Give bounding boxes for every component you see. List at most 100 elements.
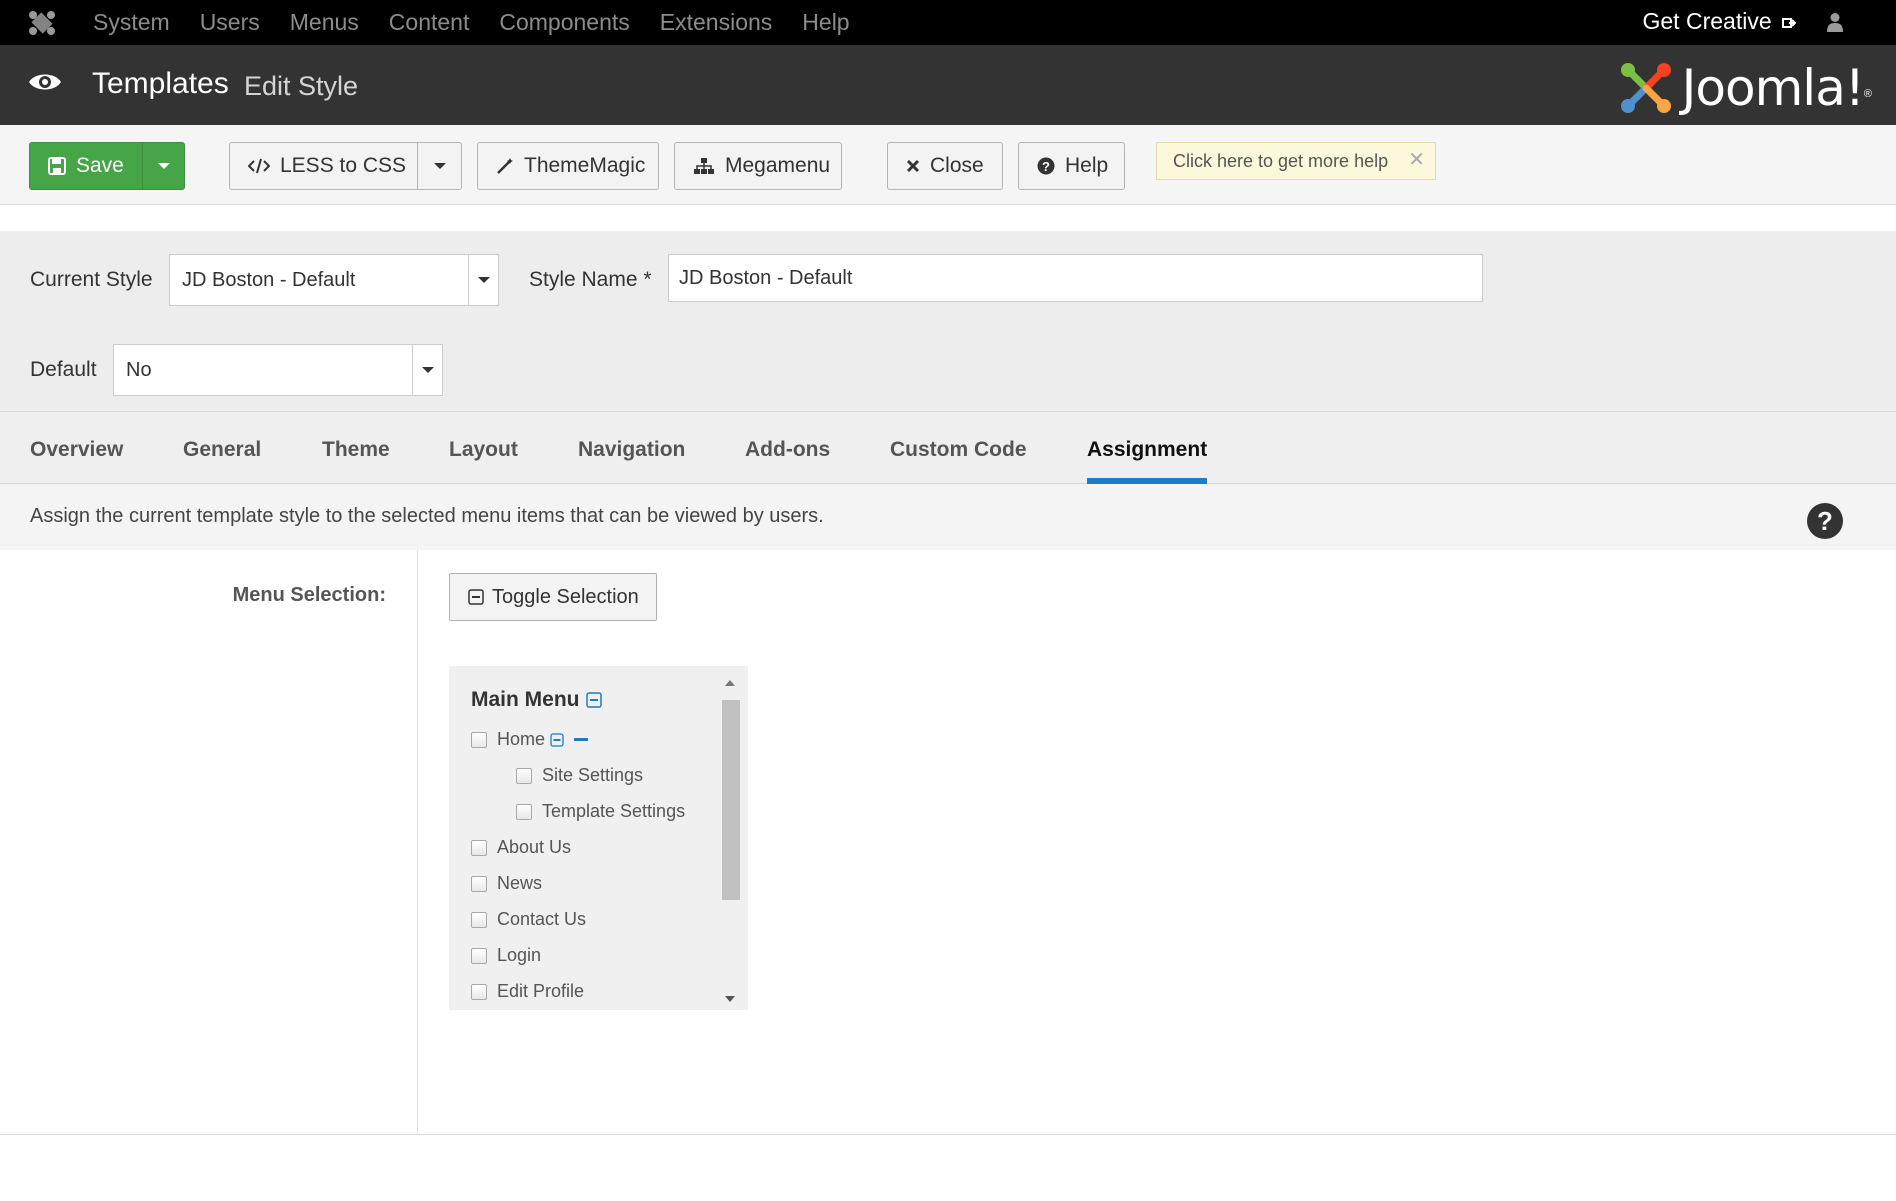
style-name-value: JD Boston - Default	[679, 266, 853, 289]
deselect-children-icon[interactable]	[574, 738, 589, 741]
menu-item-checkbox[interactable]	[471, 731, 487, 748]
save-button[interactable]: Save	[29, 142, 185, 190]
default-select[interactable]: No	[113, 344, 443, 396]
list-item: Home	[471, 729, 589, 750]
style-name-label: Style Name *	[529, 268, 652, 291]
less-to-css-button[interactable]: LESS to CSS	[229, 142, 462, 190]
menu-item-checkbox[interactable]	[471, 839, 487, 856]
tab-custom-code[interactable]: Custom Code	[890, 438, 1027, 462]
menu-extensions[interactable]: Extensions	[660, 9, 773, 36]
tab-general[interactable]: General	[183, 438, 261, 462]
menu-item-label: Contact Us	[497, 909, 587, 929]
less-dropdown-toggle[interactable]	[417, 143, 461, 189]
menu-item-checkbox[interactable]	[471, 983, 487, 1000]
assignment-description: Assign the current template style to the…	[30, 505, 824, 527]
menu-item-label: Login	[497, 945, 542, 965]
collapse-icon[interactable]	[585, 692, 602, 708]
user-icon[interactable]	[1826, 12, 1844, 32]
help-button[interactable]: ? Help	[1018, 142, 1125, 190]
menu-item-label: Edit Profile	[497, 981, 585, 1001]
svg-text:?: ?	[1817, 506, 1833, 536]
divider	[417, 550, 418, 1135]
joomla-brand-logo-icon	[1620, 63, 1671, 113]
tab-bar: Overview General Theme Layout Navigation…	[0, 411, 1896, 484]
svg-text:?: ?	[1042, 159, 1050, 174]
menu-components[interactable]: Components	[499, 9, 629, 36]
page-subtitle: Edit Style	[244, 71, 359, 101]
menu-users[interactable]: Users	[200, 9, 260, 36]
menu-item-checkbox[interactable]	[471, 875, 487, 892]
collapse-icon[interactable]	[550, 732, 564, 747]
tab-overview[interactable]: Overview	[30, 438, 123, 462]
list-item: About Us	[471, 837, 571, 858]
menu-item-checkbox[interactable]	[471, 947, 487, 964]
question-circle-icon: ?	[1037, 157, 1055, 175]
list-item: Login	[471, 945, 541, 966]
tab-layout[interactable]: Layout	[449, 438, 518, 462]
sitemap-icon	[693, 157, 715, 175]
list-item: Template Settings	[516, 801, 685, 822]
menu-item-label: Template Settings	[542, 801, 686, 821]
eye-icon	[29, 74, 61, 90]
default-label: Default	[30, 358, 97, 381]
current-style-select[interactable]: JD Boston - Default	[169, 254, 499, 306]
assignment-panel: Menu Selection: Toggle Selection Main Me…	[0, 550, 1896, 1135]
menu-item-label: Home	[497, 729, 546, 749]
code-icon	[248, 158, 270, 174]
joomla-brand: Joomla! ®	[1618, 59, 1872, 117]
menu-item-checkbox[interactable]	[516, 767, 532, 784]
thememagic-label: ThemeMagic	[524, 154, 646, 177]
menu-help[interactable]: Help	[802, 9, 849, 36]
tab-navigation[interactable]: Navigation	[578, 438, 685, 462]
scrollbar-thumb[interactable]	[722, 700, 740, 900]
list-item: News	[471, 873, 542, 894]
menu-item-checkbox[interactable]	[516, 803, 532, 820]
question-circle-icon[interactable]: ?	[1806, 502, 1844, 540]
scroll-down-icon[interactable]	[725, 996, 735, 1002]
menu-tree-title: Main Menu	[471, 688, 602, 712]
tab-add-ons[interactable]: Add-ons	[745, 438, 830, 462]
save-dropdown-toggle[interactable]	[142, 143, 184, 189]
top-navbar: System Users Menus Content Components Ex…	[0, 0, 1896, 45]
menu-tree-scrollbar[interactable]	[720, 674, 740, 1010]
default-value: No	[126, 358, 152, 381]
registered-mark: ®	[1863, 88, 1872, 100]
scroll-up-icon[interactable]	[725, 680, 735, 686]
help-tooltip-text: Click here to get more help	[1173, 151, 1389, 171]
list-item: Site Settings	[516, 765, 643, 786]
toolbar: Save LESS to CSS ThemeMagic Megamenu Clo…	[0, 125, 1896, 205]
chevron-down-icon	[412, 345, 442, 395]
list-item: Contact Us	[471, 909, 586, 930]
get-creative-label: Get Creative	[1642, 8, 1772, 34]
menu-system[interactable]: System	[93, 9, 170, 36]
style-name-input[interactable]: JD Boston - Default	[668, 254, 1483, 302]
menu-selection-label: Menu Selection:	[232, 584, 386, 606]
megamenu-button[interactable]: Megamenu	[674, 142, 842, 190]
current-style-label: Current Style	[30, 268, 153, 291]
close-button[interactable]: Close	[887, 142, 1003, 190]
top-menu: System Users Menus Content Components Ex…	[93, 0, 880, 45]
style-form: Current Style JD Boston - Default Style …	[0, 231, 1896, 411]
tab-theme[interactable]: Theme	[322, 438, 390, 462]
less-to-css-label: LESS to CSS	[280, 154, 407, 177]
megamenu-label: Megamenu	[725, 154, 831, 177]
close-icon	[906, 159, 920, 173]
help-tooltip[interactable]: Click here to get more help ✕	[1156, 142, 1436, 180]
close-label: Close	[930, 154, 984, 177]
toggle-selection-label: Toggle Selection	[492, 585, 639, 608]
external-link-icon	[1782, 18, 1797, 28]
magic-wand-icon	[496, 157, 514, 175]
caret-down-icon	[157, 163, 170, 169]
menu-content[interactable]: Content	[389, 9, 470, 36]
list-item: Edit Profile	[471, 981, 584, 1002]
get-creative-link[interactable]: Get Creative	[1643, 8, 1797, 35]
menu-item-checkbox[interactable]	[471, 911, 487, 928]
menu-menus[interactable]: Menus	[290, 9, 359, 36]
close-tooltip-icon[interactable]: ✕	[1408, 147, 1425, 172]
joomla-logo-icon[interactable]	[28, 10, 56, 36]
thememagic-button[interactable]: ThemeMagic	[477, 142, 659, 190]
help-label: Help	[1065, 154, 1109, 177]
save-label: Save	[76, 154, 124, 177]
toggle-selection-button[interactable]: Toggle Selection	[449, 573, 657, 621]
tab-assignment[interactable]: Assignment	[1087, 438, 1207, 462]
